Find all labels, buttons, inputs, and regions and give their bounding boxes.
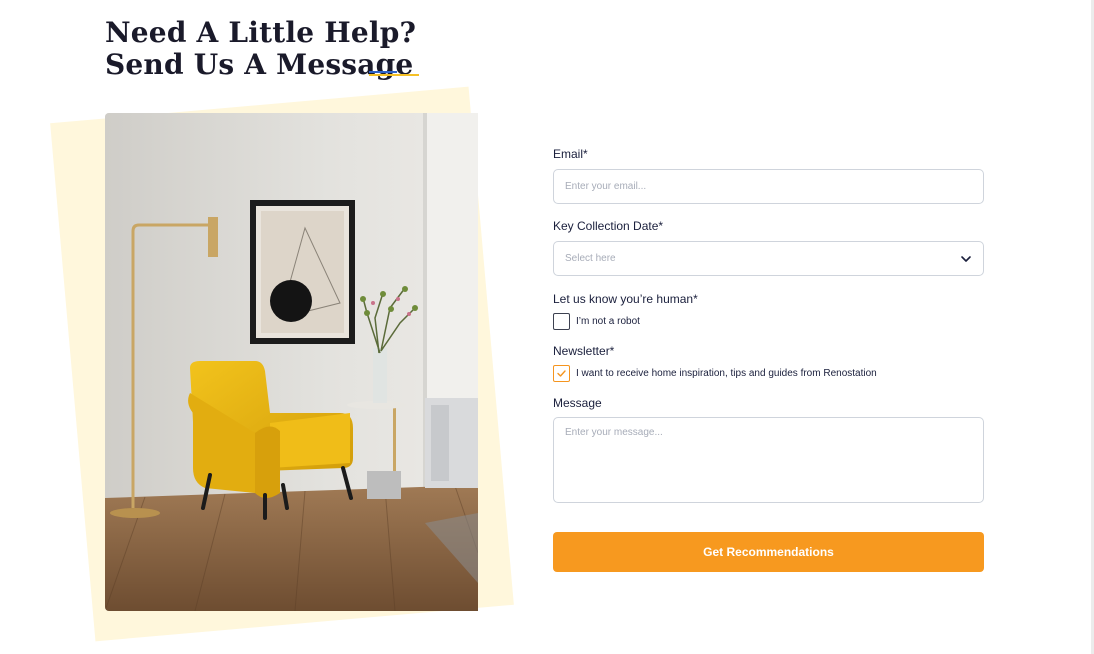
message-placeholder: Enter your message... bbox=[565, 427, 663, 438]
newsletter-checkbox[interactable] bbox=[553, 365, 570, 382]
newsletter-option[interactable]: I want to receive home inspiration, tips… bbox=[553, 365, 984, 382]
human-check-label: Let us know you’re human* bbox=[553, 292, 698, 306]
email-field[interactable]: Enter your email... bbox=[553, 169, 984, 204]
key-collection-date-label: Key Collection Date* bbox=[553, 219, 664, 233]
not-a-robot-text: I’m not a robot bbox=[576, 316, 640, 327]
message-textarea[interactable]: Enter your message... bbox=[553, 417, 984, 503]
newsletter-label: Newsletter* bbox=[553, 344, 615, 358]
hero-image bbox=[105, 113, 478, 611]
chevron-down-icon bbox=[961, 255, 971, 262]
newsletter-text: I want to receive home inspiration, tips… bbox=[576, 368, 877, 379]
get-recommendations-button[interactable]: Get Recommendations bbox=[553, 532, 984, 572]
checkmark-icon bbox=[557, 370, 566, 377]
title-underline-yellow bbox=[369, 74, 419, 76]
key-collection-date-select[interactable]: Select here bbox=[553, 241, 984, 276]
not-a-robot-checkbox[interactable] bbox=[553, 313, 570, 330]
contact-form: Email* Enter your email... Key Collectio… bbox=[553, 146, 984, 572]
page-title-line-1: Need A Little Help? bbox=[105, 16, 417, 49]
key-collection-date-placeholder: Select here bbox=[565, 253, 616, 264]
title-underline-decoration bbox=[369, 71, 419, 77]
title-underline-blue bbox=[369, 71, 397, 73]
message-label: Message bbox=[553, 396, 602, 410]
armchair-room-illustration bbox=[105, 113, 478, 611]
not-a-robot-option[interactable]: I’m not a robot bbox=[553, 313, 984, 330]
email-label: Email* bbox=[553, 147, 588, 161]
email-placeholder: Enter your email... bbox=[565, 181, 647, 192]
